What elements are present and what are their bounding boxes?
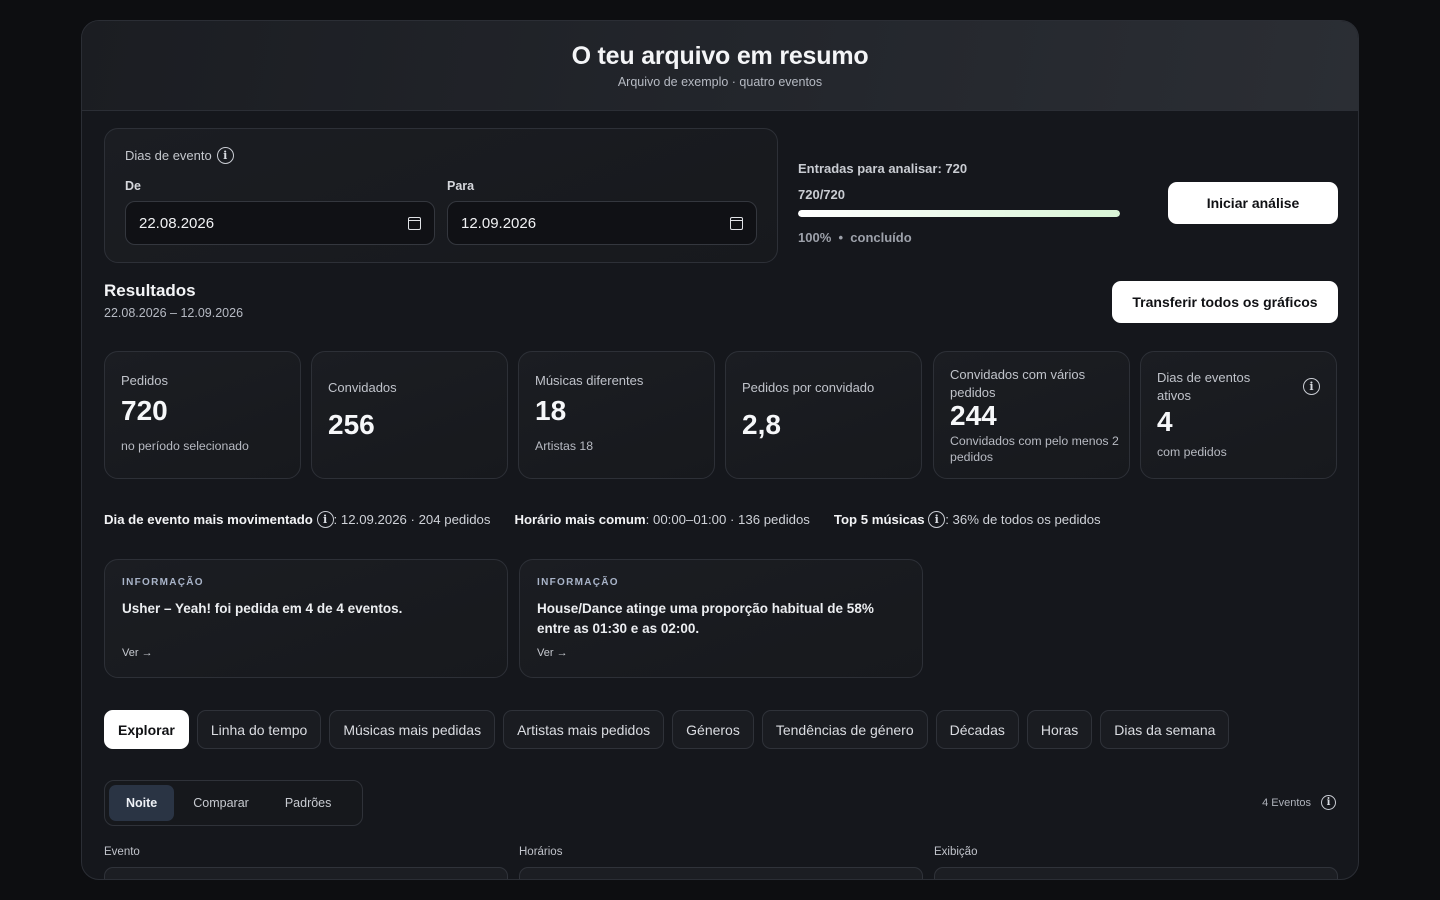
stat-value: 244 <box>950 400 997 431</box>
stat-desc: no período selecionado <box>121 439 249 453</box>
insight-text: Usher – Yeah! foi pedida em 4 de 4 event… <box>122 601 403 616</box>
progress-bar <box>798 210 1120 217</box>
insight-view-link[interactable]: Ver → <box>122 647 153 659</box>
stat-value: 4 <box>1157 406 1173 437</box>
tab-top-artists[interactable]: Artistas mais pedidos <box>503 710 665 749</box>
event-select[interactable] <box>104 867 508 879</box>
tab-timeline[interactable]: Linha do tempo <box>196 710 322 749</box>
stat-value: 720 <box>121 395 168 426</box>
stat-label: Convidados <box>328 380 397 395</box>
results-range: 22.08.2026 – 12.09.2026 <box>104 306 244 320</box>
stat-value: 2,8 <box>742 409 781 440</box>
date-filter-label: Dias de evento i <box>125 147 234 164</box>
info-icon[interactable]: i <box>1321 795 1336 810</box>
stat-card-guests: Convidados 256 <box>311 351 508 479</box>
summary-facts: Dia de evento mais movimentado i : 12.09… <box>104 511 1101 528</box>
from-date-input[interactable]: 22.08.2026 <box>125 201 435 245</box>
to-label: Para <box>447 179 475 193</box>
progress-bar-fill <box>798 210 1120 217</box>
insight-tag: INFORMAÇÃO <box>537 577 619 588</box>
info-icon[interactable]: i <box>928 511 946 528</box>
stat-card-active-days: Dias de eventos ativos i 4 com pedidos <box>1140 351 1337 479</box>
tab-hours[interactable]: Horas <box>1026 710 1093 749</box>
view-tabs: Explorar Linha do tempo Músicas mais ped… <box>104 710 1230 749</box>
common-hour-label: Horário mais comum <box>514 512 646 527</box>
display-select[interactable] <box>934 867 1338 879</box>
date-filter-card: Dias de evento i De 22.08.2026 Para 12.0… <box>104 128 778 263</box>
tab-decades[interactable]: Décadas <box>935 710 1019 749</box>
times-column-label: Horários <box>519 846 563 858</box>
info-icon[interactable]: i <box>216 147 234 164</box>
segment-night[interactable]: Noite <box>109 785 175 821</box>
stat-card-repeat-guests: Convidados com vários pedidos 244 Convid… <box>933 351 1130 479</box>
busiest-day-value: : 12.09.2026 · 204 pedidos <box>333 512 491 527</box>
tab-weekdays[interactable]: Dias da semana <box>1100 710 1230 749</box>
page-header: O teu arquivo em resumo Arquivo de exemp… <box>82 21 1358 111</box>
main-panel: O teu arquivo em resumo Arquivo de exemp… <box>81 20 1359 880</box>
top5-value: : 36% de todos os pedidos <box>945 512 1101 527</box>
common-hour-value: : 00:00–01:00 · 136 pedidos <box>645 512 810 527</box>
to-date-input[interactable]: 12.09.2026 <box>447 201 757 245</box>
tab-genre-trends[interactable]: Tendências de género <box>761 710 928 749</box>
insight-view-link[interactable]: Ver → <box>537 647 568 659</box>
stat-desc: Artistas 18 <box>535 439 594 453</box>
stat-label: Dias de eventos ativos <box>1157 370 1251 403</box>
mode-segmented-control: Noite Comparar Padrões <box>104 780 363 826</box>
stat-card-requests-per-guest: Pedidos por convidado 2,8 <box>725 351 922 479</box>
stat-card-songs: Músicas diferentes 18 Artistas 18 <box>518 351 715 479</box>
progress-count: 720/720 <box>798 187 845 202</box>
info-icon[interactable]: i <box>1303 378 1320 395</box>
stat-label: Convidados com vários pedidos <box>950 367 1086 400</box>
info-icon[interactable]: i <box>316 511 334 528</box>
times-select[interactable] <box>519 867 923 879</box>
event-column-label: Evento <box>104 846 140 858</box>
tab-top-songs[interactable]: Músicas mais pedidas <box>329 710 496 749</box>
page-subtitle: Arquivo de exemplo · quatro eventos <box>617 75 823 89</box>
insight-tag: INFORMAÇÃO <box>122 577 204 588</box>
progress-status: 100% • concluído <box>798 230 912 245</box>
segment-compare[interactable]: Comparar <box>176 785 266 821</box>
insight-text: House/Dance atinge uma proporção habitua… <box>537 601 874 636</box>
page-title: O teu arquivo em resumo <box>571 42 869 70</box>
start-analysis-button[interactable]: Iniciar análise <box>1168 182 1338 224</box>
events-count: 4 Eventos i <box>1262 795 1336 810</box>
tab-genres[interactable]: Géneros <box>672 710 754 749</box>
display-column-label: Exibição <box>934 846 978 858</box>
top5-label: Top 5 músicas <box>833 512 925 527</box>
stat-label: Pedidos por convidado <box>742 380 875 395</box>
calendar-icon[interactable] <box>730 216 743 230</box>
analysis-progress: Entradas para analisar: 720 720/720 100%… <box>798 161 1120 245</box>
stat-value: 18 <box>535 395 567 426</box>
stat-desc: com pedidos <box>1157 445 1227 459</box>
segment-patterns[interactable]: Padrões <box>268 785 349 821</box>
download-all-charts-button[interactable]: Transferir todos os gráficos <box>1112 281 1338 323</box>
insight-card: INFORMAÇÃO Usher – Yeah! foi pedida em 4… <box>104 559 508 678</box>
stat-desc: Convidados com pelo menos 2 pedidos <box>950 434 1119 464</box>
stat-label: Músicas diferentes <box>535 373 644 388</box>
calendar-icon[interactable] <box>408 216 421 230</box>
tab-explore[interactable]: Explorar <box>104 710 189 749</box>
entries-label: Entradas para analisar: 720 <box>798 161 968 176</box>
stat-card-requests: Pedidos 720 no período selecionado <box>104 351 301 479</box>
busiest-day-label: Dia de evento mais movimentado <box>104 512 313 527</box>
results-title: Resultados <box>104 281 196 300</box>
stat-label: Pedidos <box>121 373 168 388</box>
stat-value: 256 <box>328 409 375 440</box>
from-label: De <box>125 179 141 193</box>
insight-card: INFORMAÇÃO House/Dance atinge uma propor… <box>519 559 923 678</box>
